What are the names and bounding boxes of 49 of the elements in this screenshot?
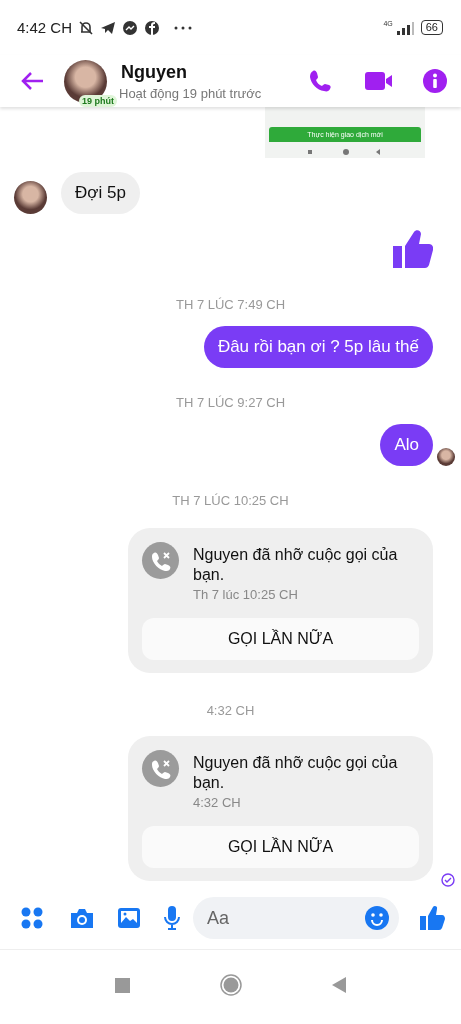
emoji-icon	[365, 906, 389, 930]
like-button[interactable]	[419, 905, 445, 931]
battery-level: 66	[420, 20, 443, 35]
call-time: 4:32 CH	[193, 795, 242, 810]
timestamp: TH 7 LÚC 10:25 CH	[172, 493, 289, 508]
status-time: 4:42 CH	[17, 19, 73, 36]
contact-name: Nguyen	[121, 61, 188, 83]
video-call-button[interactable]	[365, 71, 393, 91]
f-logo-icon	[144, 19, 161, 36]
missed-call-message: Nguyen đã nhỡ cuộc gọi của bạn.	[193, 753, 399, 793]
microphone-button[interactable]	[163, 905, 181, 931]
camera-icon	[69, 907, 95, 929]
back-nav-button[interactable]	[332, 977, 346, 993]
avatar	[14, 181, 47, 214]
timestamp: 4:32 CH	[206, 703, 255, 718]
triangle-icon	[332, 977, 346, 993]
thumbs-up-icon	[419, 905, 445, 931]
call-button[interactable]	[308, 69, 332, 93]
image-icon	[117, 907, 141, 929]
signal-icon	[394, 20, 415, 35]
message-bubble: Đợi 5p	[61, 172, 140, 214]
missed-call-message: Nguyen đã nhỡ cuộc gọi của bạn.	[193, 545, 399, 585]
missed-call-icon	[142, 750, 179, 787]
square-icon	[115, 977, 130, 993]
info-button[interactable]	[423, 69, 447, 93]
gallery-button[interactable]	[117, 907, 141, 929]
timestamp: TH 7 LÚC 9:27 CH	[175, 395, 286, 410]
more-icon	[174, 25, 193, 30]
timestamp: TH 7 LÚC 7:49 CH	[175, 297, 286, 312]
back-button[interactable]	[20, 71, 44, 91]
camera-button[interactable]	[69, 907, 95, 929]
recents-button[interactable]	[115, 977, 130, 993]
menu-button[interactable]	[20, 906, 44, 930]
call-again-button[interactable]: GỌI LẦN NỮA	[142, 826, 419, 868]
active-status: Hoạt động 19 phút trước	[119, 85, 263, 101]
chat-bubble-icon	[122, 19, 139, 36]
send-icon	[100, 19, 117, 36]
thumbs-up-icon	[391, 228, 433, 270]
microphone-icon	[163, 905, 181, 931]
message-input[interactable]: Aa	[193, 897, 399, 939]
home-button[interactable]	[220, 974, 242, 996]
missed-call-icon	[142, 542, 179, 579]
message-bubble: Alo	[380, 424, 433, 466]
call-again-button[interactable]: GỌI LẦN NỮA	[142, 618, 419, 660]
call-time: Th 7 lúc 10:25 CH	[193, 587, 299, 602]
muted-bell-icon	[78, 19, 95, 36]
circle-icon	[220, 974, 242, 996]
dots-grid-icon	[20, 906, 44, 930]
message-bubble: Đâu rồi bạn ơi ? 5p lâu thế	[203, 326, 433, 368]
